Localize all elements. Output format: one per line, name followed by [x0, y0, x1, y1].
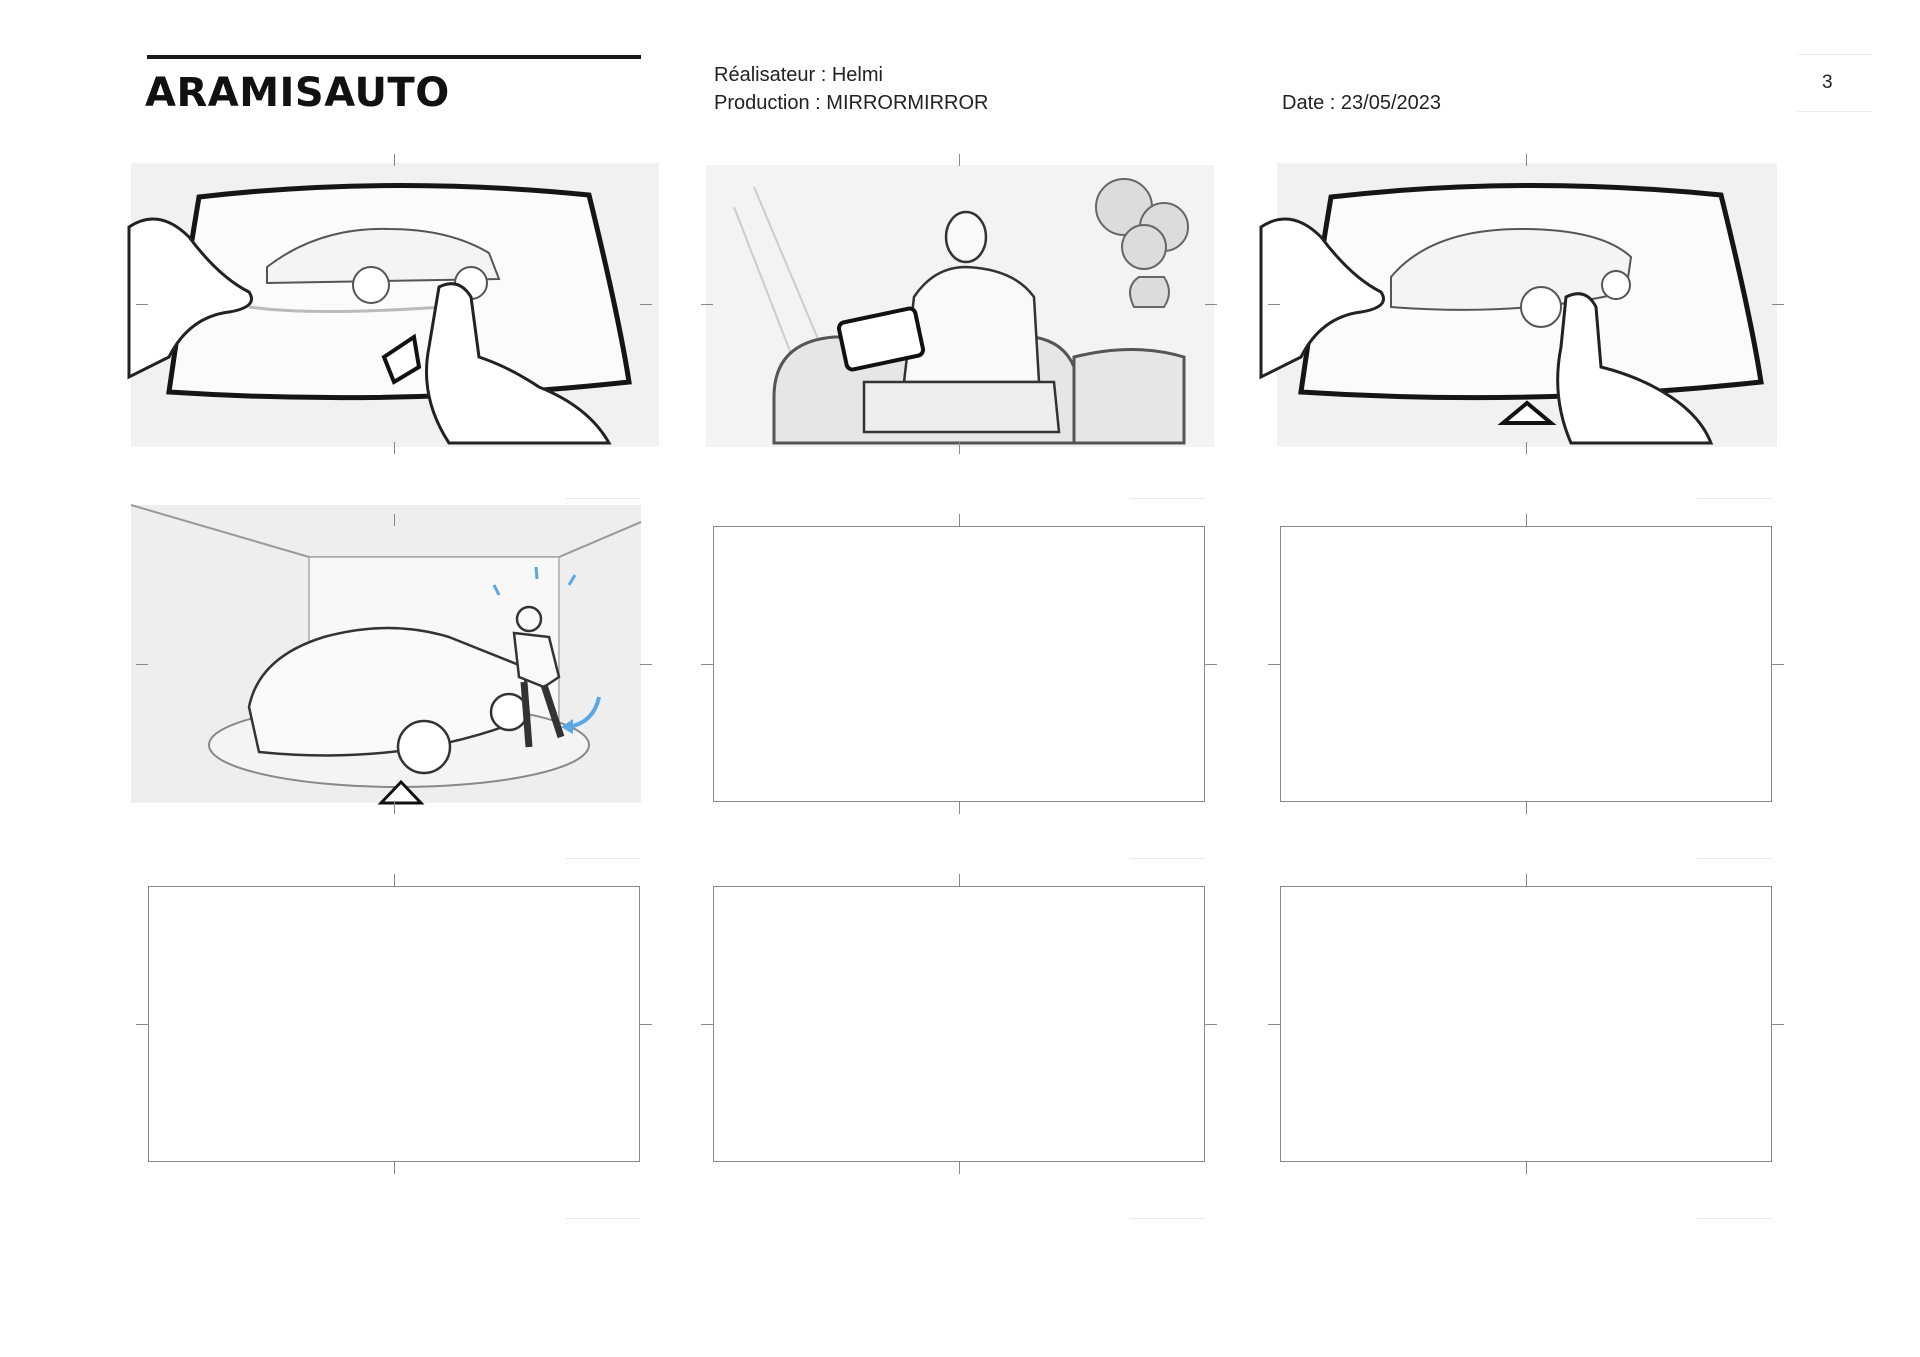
registration-tick [1526, 154, 1527, 166]
registration-tick [136, 304, 148, 305]
production-label: Production : MIRRORMIRROR [714, 92, 989, 114]
registration-tick [394, 802, 395, 814]
storyboard-panel-9 [1280, 886, 1772, 1162]
registration-tick [394, 514, 395, 526]
page-number-rule-top [1797, 54, 1872, 55]
note-line [1697, 498, 1772, 499]
registration-tick [1205, 304, 1217, 305]
registration-tick [1772, 664, 1784, 665]
note-line [565, 1218, 640, 1219]
registration-tick [701, 1024, 713, 1025]
page-number-rule-bottom [1797, 111, 1872, 112]
storyboard-panel-8 [713, 886, 1205, 1162]
registration-tick [394, 154, 395, 166]
storyboard-panel-3 [1259, 163, 1777, 447]
registration-tick [394, 874, 395, 886]
note-line [1130, 498, 1205, 499]
title-rule [147, 55, 641, 59]
registration-tick [1205, 664, 1217, 665]
storyboard-panel-6 [1280, 526, 1772, 802]
registration-tick [1205, 1024, 1217, 1025]
storyboard-panel-5 [713, 526, 1205, 802]
man-with-tablet-sketch [706, 165, 1214, 447]
registration-tick [1526, 514, 1527, 526]
note-line [1130, 858, 1205, 859]
registration-tick [640, 304, 652, 305]
registration-tick [959, 802, 960, 814]
page-number: 3 [1822, 72, 1833, 93]
registration-tick [701, 664, 713, 665]
registration-tick [959, 874, 960, 886]
registration-tick [394, 442, 395, 454]
registration-tick [640, 1024, 652, 1025]
registration-tick [1526, 1162, 1527, 1174]
storyboard-panel-7 [148, 886, 640, 1162]
registration-tick [136, 664, 148, 665]
registration-tick [1772, 304, 1784, 305]
tablet-rotate-sketch [1259, 163, 1777, 447]
registration-tick [959, 1162, 960, 1174]
storyboard-panel-4 [130, 504, 642, 805]
registration-tick [959, 154, 960, 166]
registration-tick [701, 304, 713, 305]
brand-title: ARAMISAUTO [145, 70, 450, 116]
registration-tick [1268, 1024, 1280, 1025]
registration-tick [1526, 802, 1527, 814]
note-line [565, 498, 640, 499]
registration-tick [136, 1024, 148, 1025]
registration-tick [640, 664, 652, 665]
tablet-pinch-sketch [127, 163, 659, 447]
storyboard-panel-1 [127, 163, 659, 447]
registration-tick [1772, 1024, 1784, 1025]
registration-tick [1526, 442, 1527, 454]
registration-tick [394, 1162, 395, 1174]
registration-tick [1268, 664, 1280, 665]
registration-tick [1268, 304, 1280, 305]
note-line [1130, 1218, 1205, 1219]
registration-tick [959, 514, 960, 526]
note-line [565, 858, 640, 859]
note-line [1697, 858, 1772, 859]
registration-tick [1526, 874, 1527, 886]
registration-tick [959, 442, 960, 454]
showroom-turntable-sketch [130, 504, 642, 805]
note-line [1697, 1218, 1772, 1219]
date-label: Date : 23/05/2023 [1282, 92, 1442, 114]
director-label: Réalisateur : Helmi [714, 64, 883, 86]
storyboard-panel-2 [706, 165, 1214, 447]
